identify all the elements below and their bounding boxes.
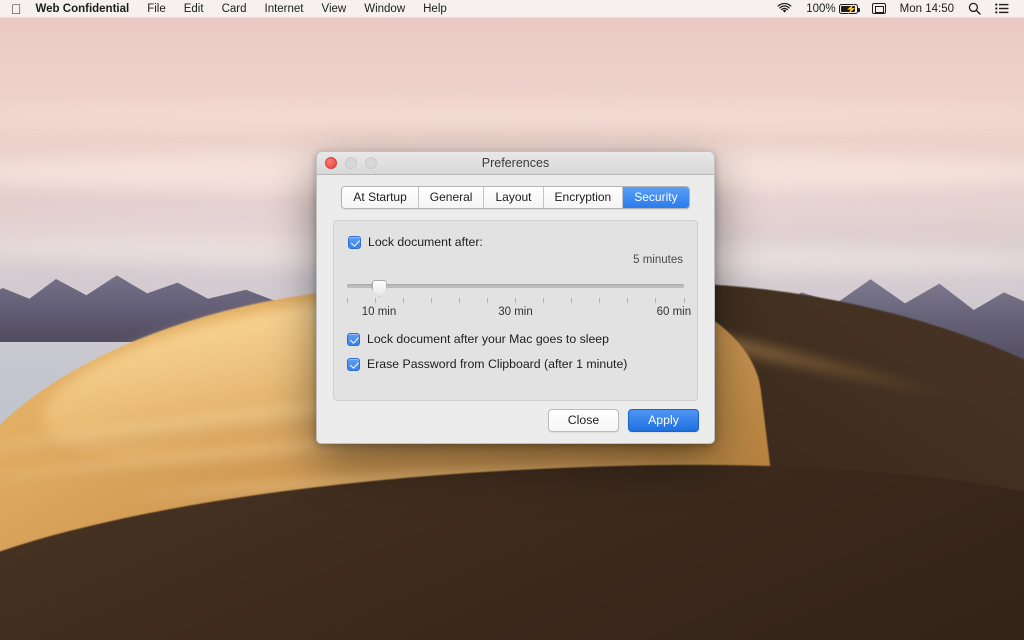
tab-security[interactable]: Security (623, 187, 689, 208)
dialog-body: At Startup General Layout Encryption Sec… (317, 186, 714, 432)
slider-tick (543, 298, 545, 303)
screen-mirroring-icon[interactable] (865, 3, 893, 14)
slider-tick (515, 298, 516, 303)
slider-tick (627, 298, 629, 303)
erase-clipboard-row[interactable]: Erase Password from Clipboard (after 1 m… (347, 357, 627, 371)
menu-item-internet[interactable]: Internet (256, 0, 313, 18)
menu-item-window[interactable]: Window (355, 0, 414, 18)
lock-on-sleep-label: Lock document after your Mac goes to sle… (367, 332, 609, 346)
menu-bar-status-area: 100% ⚡ Mon 14:50 (770, 0, 1024, 18)
slider-tick (458, 298, 460, 303)
slider-tick (683, 298, 685, 303)
menu-bar:  Web Confidential File Edit Card Intern… (0, 0, 1024, 18)
security-options-group: Lock document after your Mac goes to sle… (347, 332, 627, 371)
minimize-button[interactable] (345, 157, 357, 169)
tab-at-startup[interactable]: At Startup (342, 187, 419, 208)
close-button-footer[interactable]: Close (548, 409, 619, 432)
menu-item-view[interactable]: View (313, 0, 356, 18)
slider-tick-labels: 10 min 30 min 60 min (347, 305, 691, 319)
search-icon[interactable] (961, 2, 988, 15)
slider-tick-marks (346, 298, 685, 304)
erase-clipboard-label: Erase Password from Clipboard (after 1 m… (367, 357, 628, 371)
tab-encryption[interactable]: Encryption (543, 187, 624, 208)
wallpaper-cloud-band (0, 100, 1024, 130)
preferences-window: Preferences At Startup General Layout En… (316, 151, 715, 444)
slider-tick (486, 298, 488, 303)
tab-layout[interactable]: Layout (484, 187, 544, 208)
lock-document-after-label: Lock document after: (368, 235, 483, 249)
window-traffic-lights (317, 157, 377, 169)
apple-menu-icon[interactable]:  (9, 2, 32, 16)
slider-tick (599, 298, 601, 303)
lock-document-after-checkbox[interactable] (348, 235, 361, 249)
menu-item-edit[interactable]: Edit (175, 0, 213, 18)
tab-general[interactable]: General (418, 187, 485, 208)
window-titlebar[interactable]: Preferences (317, 152, 714, 175)
lock-on-sleep-row[interactable]: Lock document after your Mac goes to sle… (347, 332, 627, 346)
slider-tick (430, 298, 432, 303)
lock-timeout-slider[interactable]: 10 min 30 min 60 min (346, 272, 691, 319)
desktop:  Web Confidential File Edit Card Intern… (0, 0, 1024, 640)
menu-item-card[interactable]: Card (213, 0, 256, 18)
slider-track[interactable] (347, 284, 684, 288)
menu-app-name[interactable]: Web Confidential (32, 0, 139, 18)
close-button[interactable] (325, 157, 337, 169)
slider-tick-label: 10 min (361, 306, 397, 318)
battery-status[interactable]: 100% ⚡ (799, 0, 864, 18)
security-settings-panel: Lock document after: 5 minutes 10 min 30 … (333, 220, 698, 401)
menu-item-help[interactable]: Help (414, 0, 456, 18)
menu-bar-clock[interactable]: Mon 14:50 (893, 0, 961, 18)
maximize-button[interactable] (365, 157, 377, 169)
tab-group: At Startup General Layout Encryption Sec… (341, 186, 690, 209)
lock-document-after-row[interactable]: Lock document after: (348, 235, 683, 249)
slider-tick (571, 298, 573, 303)
control-center-list-icon[interactable] (988, 3, 1016, 14)
menu-item-file[interactable]: File (138, 0, 175, 18)
slider-thumb[interactable] (371, 280, 387, 297)
lock-timeout-value: 5 minutes (633, 254, 683, 266)
slider-tick (346, 298, 348, 303)
erase-clipboard-checkbox[interactable] (347, 357, 360, 371)
slider-tick (655, 298, 657, 303)
battery-percent-label: 100% (806, 2, 836, 15)
lock-on-sleep-checkbox[interactable] (347, 332, 360, 346)
dialog-footer: Close Apply (548, 409, 699, 432)
wifi-icon[interactable] (770, 3, 799, 14)
slider-tick (374, 298, 376, 303)
battery-charging-icon: ⚡ (838, 3, 860, 14)
apply-button[interactable]: Apply (628, 409, 699, 432)
slider-tick-label: 30 min (498, 306, 533, 318)
slider-tick (402, 298, 404, 303)
slider-tick-label: 60 min (656, 306, 692, 318)
tab-bar: At Startup General Layout Encryption Sec… (317, 186, 714, 209)
menu-bar-left:  Web Confidential File Edit Card Intern… (0, 0, 456, 18)
